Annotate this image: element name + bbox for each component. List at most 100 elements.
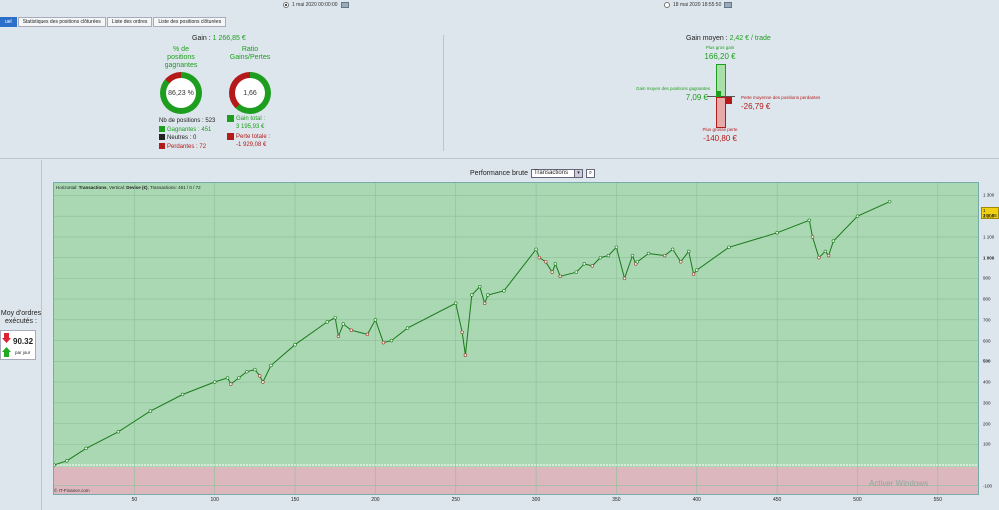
loss-total-label: Perte totale : [236,134,271,141]
y-tick-label: 1 300 [983,192,995,198]
data-point [325,320,329,324]
positions-breakdown: Nb de positions : 523 Gagnantes : 451 Ne… [159,117,215,151]
positions-total-label: Nb de positions : [159,118,206,124]
end-date-label: 18 mai 2020 18:55:50 [673,2,722,8]
y-tick-label: 600 [983,338,991,344]
data-point [341,322,345,326]
ratio-title-line: Ratio [241,46,259,53]
y-tick-label: 500 [983,358,991,364]
y-tick-label: 100 [983,441,991,447]
positions-losers-value: 72 [199,143,207,150]
gain-label: Gain : [192,35,213,42]
max-loss-value: -140,80 € [703,134,737,143]
zoom-icon[interactable]: ⌕ [585,169,595,178]
winrate-title-line: positions [167,54,195,61]
positions-neutral: Neutres : 0 [159,134,215,143]
loss-total-value: -1 929,08 € [236,141,267,148]
data-point [389,338,394,343]
data-point [54,463,56,467]
data-point [887,199,892,204]
y-tick-label: 800 [983,296,991,302]
avg-orders-title: Moy d'ordres exécutés : [0,310,42,326]
axis-mode-value: Transactions [533,170,569,176]
data-point [454,301,458,305]
data-point [486,293,490,297]
avg-gain-bar [716,91,721,97]
data-point [691,272,696,276]
winrate-title-line: gagnantes [164,62,198,69]
data-point [810,235,815,239]
x-tick-label: 300 [531,497,541,503]
stats-panel: Gain : 1 266,85 € % de positions gagnant… [0,27,999,159]
data-point [606,253,611,258]
y-tick-label: 300 [983,400,991,406]
data-point [84,446,88,451]
positions-winners-value: 451 [201,126,212,133]
copyright: © IT-Finance.com [54,488,90,493]
up-down-arrows-icon [2,333,11,357]
tab-overview[interactable]: uel [0,17,17,27]
winrate-value: 86,23 % [166,78,196,108]
positions-total-value: 523 [205,118,216,124]
data-point [590,264,595,268]
ratio-donut: 1,66 [229,72,271,114]
x-tick-label: 500 [853,497,862,503]
y-tick-label: -100 [983,483,993,489]
data-point [775,231,779,235]
y-tick-label: 700 [983,317,991,323]
chart-info-part: Horizontal: [56,185,79,190]
data-point [336,334,341,339]
avg-gain-label: Gain moyen : [686,35,730,42]
data-point [687,249,691,254]
x-tick-label: 250 [451,497,460,503]
max-gain-label: Plus gros gain [705,45,735,50]
avg-loss-bar [725,97,732,104]
y-tick-label: 900 [983,275,991,281]
x-tick-label: 200 [371,497,380,503]
start-date-label: 1 mai 2020 00:00:00 [292,2,338,8]
data-point [293,343,297,347]
data-point [558,274,562,279]
data-point [574,270,578,274]
radio-unselected-icon[interactable] [664,2,670,8]
avg-gain-summary: Gain moyen : 2,42 € / trade [686,35,771,42]
start-date-radio[interactable]: 1 mai 2020 00:00:00 [283,2,349,8]
performance-chart[interactable]: Horizontal: Transactions, Vertical: Devi… [53,182,979,495]
end-date-radio[interactable]: 18 mai 2020 18:55:50 [664,2,733,8]
gain-total-label: Gain total : [236,116,266,123]
top-bar: 1 mai 2020 00:00:00 18 mai 2020 18:55:50 [0,0,999,16]
gain-value: 1 266,85 € [212,35,246,42]
data-point [537,255,542,260]
data-point [534,247,538,252]
data-point [269,363,273,368]
x-tick-label: 450 [772,497,782,503]
tab-order-list[interactable]: Liste des ordres [106,17,153,27]
tab-closed-position-list[interactable]: Liste des positions clôturées [153,17,227,27]
radio-selected-icon[interactable] [283,2,289,8]
calendar-icon[interactable] [724,2,733,8]
tab-closed-position-stats[interactable]: Statistiques des positions clôturées [17,17,106,27]
data-point [65,459,69,463]
data-point [405,326,410,330]
chart-info-part: Transactions [78,185,107,190]
data-point [229,382,233,386]
data-point [823,249,828,254]
data-point [550,270,554,274]
data-point [807,218,811,223]
chevron-down-icon[interactable]: ▾ [573,170,582,177]
red-square-icon [227,133,234,141]
performance-header: Performance brute Transactions ▾ ⌕ [470,169,595,178]
x-tick-label: 150 [290,497,300,503]
chart-plot [54,183,978,494]
data-point [553,262,558,266]
data-point [261,380,265,384]
winrate-title: % de positions gagnantes [158,46,204,70]
gain-total: Gain total : [227,115,270,124]
calendar-icon[interactable] [340,2,349,8]
axis-mode-select[interactable]: Transactions ▾ [530,169,583,178]
equity-curve [54,201,890,466]
windows-watermark: Activer Windows [869,479,929,488]
x-tick-label: 50 [131,497,138,503]
winrate-title-line: % de [173,46,189,53]
red-square-icon [159,142,165,149]
